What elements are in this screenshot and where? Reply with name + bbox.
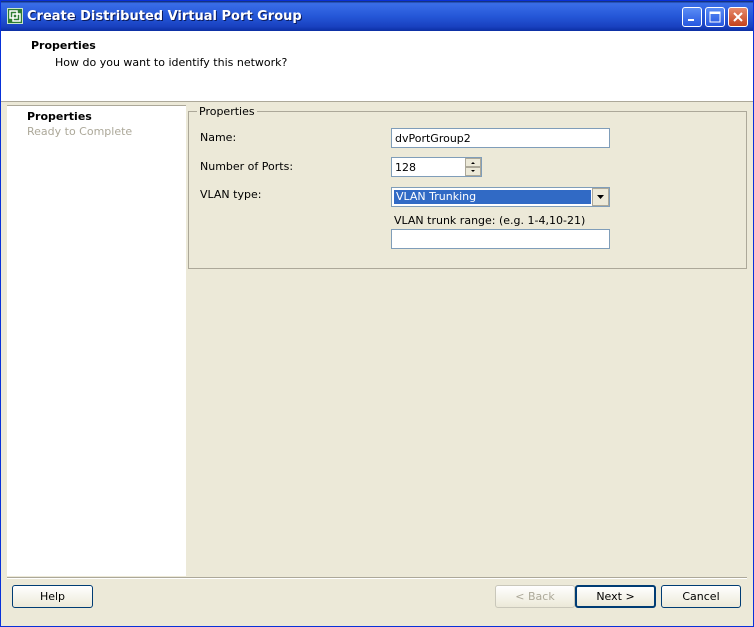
next-button[interactable]: Next >: [575, 585, 656, 608]
vlan-type-select[interactable]: VLAN Trunking: [391, 187, 610, 207]
properties-legend: Properties: [197, 105, 257, 118]
help-button[interactable]: Help: [12, 585, 93, 608]
vmware-icon: [7, 8, 23, 24]
ports-stepper[interactable]: 128: [391, 157, 482, 177]
vlan-type-value: VLAN Trunking: [394, 190, 591, 204]
title-bar[interactable]: Create Distributed Virtual Port Group: [1, 1, 753, 31]
arrow-up-icon: [471, 162, 475, 164]
arrow-down-icon: [471, 170, 475, 172]
name-label: Name:: [200, 131, 237, 144]
close-button[interactable]: [728, 7, 748, 27]
step-properties[interactable]: Properties: [27, 110, 92, 123]
spin-up-button[interactable]: [465, 158, 481, 167]
maximize-button[interactable]: [705, 7, 725, 27]
dialog-window: Create Distributed Virtual Port Group Pr…: [0, 0, 754, 627]
page-title: Properties: [31, 39, 96, 52]
vlan-type-label: VLAN type:: [200, 188, 262, 201]
minimize-icon: [688, 19, 694, 21]
footer-divider: [7, 577, 747, 579]
ports-value: 128: [395, 161, 416, 174]
spin-down-button[interactable]: [465, 167, 481, 176]
cancel-button[interactable]: Cancel: [661, 585, 741, 608]
wizard-steps-panel: Properties Ready to Complete: [7, 105, 186, 576]
step-ready-to-complete: Ready to Complete: [27, 125, 133, 138]
page-subtitle: How do you want to identify this network…: [55, 56, 288, 69]
chevron-down-icon: [597, 195, 604, 199]
maximize-icon: [709, 11, 721, 23]
trunk-range-label: VLAN trunk range: (e.g. 1-4,10-21): [394, 214, 586, 227]
trunk-range-field[interactable]: [391, 229, 610, 249]
minimize-button[interactable]: [682, 7, 702, 27]
ports-label: Number of Ports:: [200, 160, 294, 173]
back-button[interactable]: < Back: [495, 585, 575, 608]
name-field[interactable]: [391, 128, 610, 148]
close-icon: [733, 12, 743, 22]
dropdown-button[interactable]: [592, 188, 609, 206]
spin-buttons: [465, 158, 481, 176]
window-title: Create Distributed Virtual Port Group: [27, 9, 302, 24]
